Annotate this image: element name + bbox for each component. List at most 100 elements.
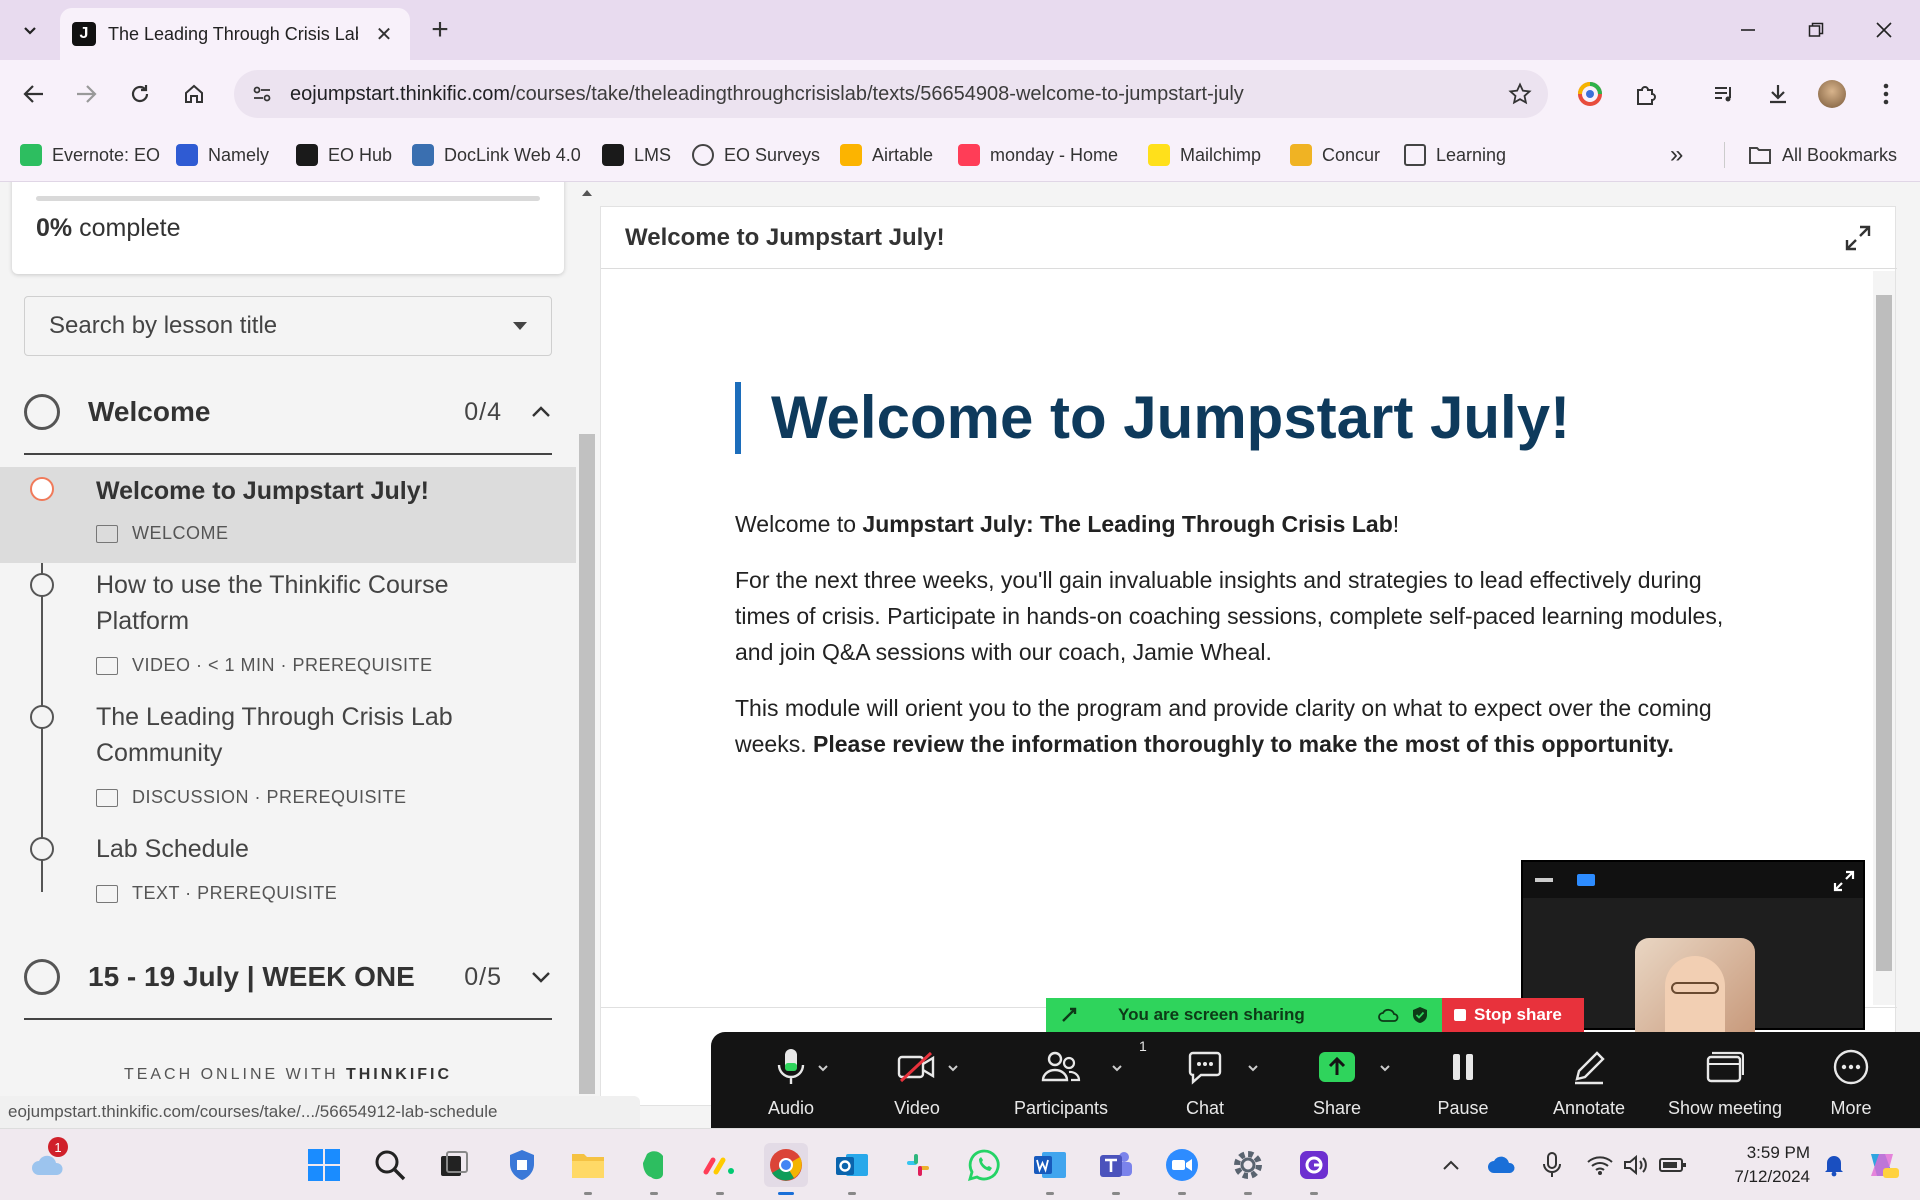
- lesson-search-dropdown[interactable]: Search by lesson title: [24, 296, 552, 356]
- chapter-week-one[interactable]: 15 - 19 July | WEEK ONE 0/5: [24, 947, 552, 1007]
- minimize-video-icon[interactable]: [1535, 878, 1553, 882]
- expand-video-icon[interactable]: [1833, 870, 1855, 892]
- bookmark-concur[interactable]: Concur: [1290, 140, 1380, 170]
- more-button[interactable]: More: [1801, 1042, 1901, 1126]
- all-bookmarks-button[interactable]: All Bookmarks: [1748, 140, 1897, 170]
- start-button[interactable]: [302, 1143, 346, 1187]
- show-meeting-button[interactable]: Show meeting: [1655, 1042, 1795, 1126]
- bookmark-eo-hub[interactable]: EO Hub: [296, 140, 392, 170]
- profile-avatar[interactable]: [1812, 74, 1852, 114]
- bookmark-eo-surveys[interactable]: EO Surveys: [692, 140, 820, 170]
- screen-sharing-indicator[interactable]: You are screen sharing: [1046, 998, 1442, 1032]
- video-off-icon: [897, 1051, 935, 1083]
- copilot-button[interactable]: [1862, 1143, 1902, 1187]
- extensions-puzzle-icon[interactable]: [1626, 74, 1666, 114]
- microphone-tray[interactable]: [1536, 1143, 1568, 1187]
- bookmark-monday-home[interactable]: monday - Home: [958, 140, 1118, 170]
- content-scrollbar[interactable]: [1873, 271, 1895, 1005]
- lesson-item-welcome[interactable]: Welcome to Jumpstart July! WELCOME: [0, 467, 576, 563]
- folder-icon: [1404, 144, 1426, 166]
- lesson-item-lab-schedule[interactable]: Lab Schedule TEXT · PREREQUISITE: [0, 827, 576, 923]
- chapter-welcome[interactable]: Welcome 0/4: [24, 382, 552, 442]
- bookmark-mailchimp[interactable]: Mailchimp: [1148, 140, 1261, 170]
- volume-tray[interactable]: [1620, 1143, 1652, 1187]
- defender-app[interactable]: [500, 1143, 544, 1187]
- drag-handle-icon[interactable]: [1060, 1006, 1078, 1024]
- onedrive-tray[interactable]: [1484, 1143, 1520, 1187]
- share-options-chevron-icon[interactable]: [1379, 1062, 1391, 1074]
- task-view-button[interactable]: [432, 1143, 476, 1187]
- grammarly-app[interactable]: [1292, 1143, 1336, 1195]
- weather-widget[interactable]: 1: [26, 1137, 70, 1187]
- zoom-app[interactable]: [1160, 1143, 1204, 1195]
- bookmark-doclink-web-4-0[interactable]: DocLink Web 4.0: [412, 140, 581, 170]
- extension-color-wheel-icon[interactable]: [1570, 74, 1610, 114]
- file-explorer-app[interactable]: [566, 1143, 610, 1195]
- back-button[interactable]: [14, 74, 54, 114]
- lesson-status-circle: [30, 705, 54, 729]
- share-button[interactable]: Share: [1287, 1042, 1387, 1126]
- outlook-app[interactable]: [830, 1143, 874, 1195]
- evernote-app[interactable]: [632, 1143, 676, 1195]
- taskbar-clock[interactable]: 3:59 PM 7/12/2024: [1700, 1141, 1810, 1189]
- tab-search-button[interactable]: [10, 10, 50, 50]
- tab-close-icon[interactable]: ✕: [370, 20, 398, 48]
- media-controls-icon[interactable]: [1704, 74, 1744, 114]
- search-taskbar-button[interactable]: [368, 1143, 412, 1187]
- annotate-button[interactable]: Annotate: [1539, 1042, 1639, 1126]
- fullscreen-expand-icon[interactable]: [1843, 223, 1873, 253]
- thinkific-footer-link[interactable]: TEACH ONLINE WITH THINKIFIC: [0, 1066, 576, 1084]
- audio-options-chevron-icon[interactable]: [817, 1062, 829, 1074]
- content-scrollbar-thumb[interactable]: [1876, 295, 1892, 971]
- audio-button[interactable]: Audio: [741, 1042, 841, 1126]
- participants-button[interactable]: 1 Participants: [991, 1038, 1147, 1126]
- chrome-app[interactable]: [764, 1143, 808, 1195]
- bookmark-airtable[interactable]: Airtable: [840, 140, 933, 170]
- wifi-tray[interactable]: [1584, 1143, 1616, 1187]
- new-tab-button[interactable]: +: [424, 14, 456, 46]
- downloads-icon[interactable]: [1758, 74, 1798, 114]
- notifications-button[interactable]: [1818, 1143, 1850, 1187]
- browser-menu-icon[interactable]: [1866, 74, 1906, 114]
- view-toggle-icon[interactable]: [1577, 874, 1595, 886]
- lesson-item-how-to-use[interactable]: How to use the Thinkific Course Platform…: [0, 563, 576, 695]
- address-bar[interactable]: eojumpstart.thinkific.com/courses/take/t…: [234, 70, 1548, 118]
- teams-app[interactable]: [1094, 1143, 1138, 1195]
- show-hidden-icons-button[interactable]: [1436, 1143, 1466, 1187]
- scroll-up-arrow-icon[interactable]: [582, 190, 592, 196]
- chat-options-chevron-icon[interactable]: [1247, 1062, 1259, 1074]
- bookmark-namely[interactable]: Namely: [176, 140, 269, 170]
- video-options-chevron-icon[interactable]: [947, 1062, 959, 1074]
- lesson-item-community[interactable]: The Leading Through Crisis Lab Community…: [0, 695, 576, 827]
- chat-button[interactable]: Chat: [1155, 1042, 1255, 1126]
- battery-tray[interactable]: [1656, 1143, 1690, 1187]
- word-app[interactable]: [1028, 1143, 1072, 1195]
- pause-share-button[interactable]: Pause: [1413, 1042, 1513, 1126]
- bookmarks-overflow-button[interactable]: »: [1670, 140, 1683, 170]
- settings-app[interactable]: [1226, 1143, 1270, 1195]
- monday-app[interactable]: [698, 1143, 742, 1195]
- close-window-button[interactable]: [1856, 10, 1912, 50]
- home-button[interactable]: [174, 74, 214, 114]
- browser-tab-active[interactable]: J The Leading Through Crisis Lab ✕: [60, 8, 410, 60]
- bookmark-star-icon[interactable]: [1504, 78, 1536, 110]
- lesson-meta: WELCOME: [96, 523, 229, 544]
- slack-app[interactable]: [896, 1143, 940, 1187]
- bookmark-evernote-eo[interactable]: Evernote: EO: [20, 140, 160, 170]
- chevron-down-icon[interactable]: [530, 966, 552, 988]
- video-button[interactable]: Video: [867, 1042, 967, 1126]
- restore-button[interactable]: [1788, 10, 1844, 50]
- wifi-icon: [1587, 1156, 1613, 1175]
- minimize-button[interactable]: [1720, 10, 1776, 50]
- forward-button[interactable]: [66, 74, 106, 114]
- bookmark-lms[interactable]: LMS: [602, 140, 671, 170]
- sidebar-scrollbar[interactable]: [576, 182, 598, 1128]
- reload-button[interactable]: [120, 74, 160, 114]
- sidebar-scrollbar-thumb[interactable]: [579, 434, 595, 1094]
- bookmark-learning[interactable]: Learning: [1404, 140, 1506, 170]
- site-info-icon[interactable]: [246, 78, 278, 110]
- whatsapp-app[interactable]: [962, 1143, 1006, 1187]
- participants-options-chevron-icon[interactable]: [1111, 1062, 1123, 1074]
- chevron-up-icon[interactable]: [530, 401, 552, 423]
- stop-share-button[interactable]: Stop share: [1442, 998, 1584, 1032]
